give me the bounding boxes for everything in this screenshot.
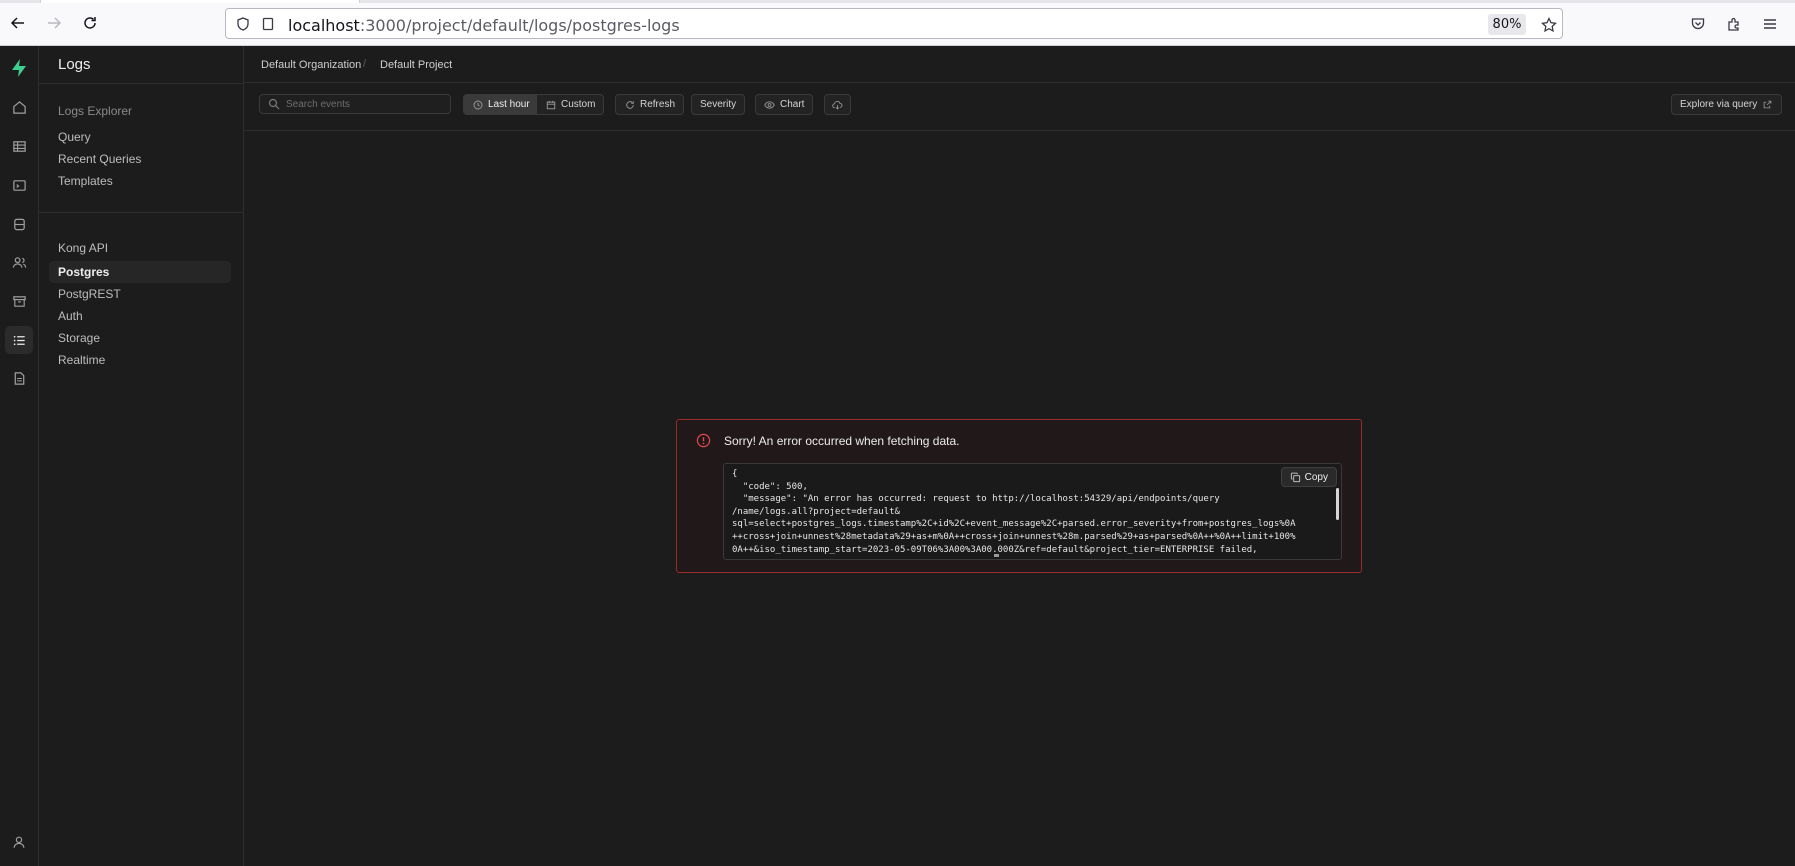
severity-label: Severity bbox=[700, 99, 737, 110]
api-docs-icon[interactable] bbox=[5, 364, 33, 392]
error-details-text: { "code": 500, "message": "An error has … bbox=[732, 469, 1296, 555]
icon-rail bbox=[0, 46, 39, 866]
bookmark-star-icon[interactable] bbox=[1538, 14, 1560, 36]
sql-editor-icon[interactable] bbox=[5, 171, 33, 199]
extensions-icon[interactable] bbox=[1722, 12, 1746, 36]
sidebar-item-storage[interactable]: Storage bbox=[49, 327, 231, 349]
address-bar[interactable]: localhost:3000/project/default/logs/post… bbox=[225, 8, 1563, 39]
calendar-icon bbox=[545, 99, 556, 110]
download-button[interactable] bbox=[824, 94, 851, 115]
users-icon[interactable] bbox=[5, 248, 33, 276]
error-alert: Sorry! An error occurred when fetching d… bbox=[676, 419, 1362, 573]
supabase-logo-icon[interactable] bbox=[5, 54, 33, 82]
sidebar-header-divider bbox=[39, 83, 244, 84]
sidebar-item-kong-api[interactable]: Kong API bbox=[49, 237, 231, 259]
external-link-icon bbox=[1762, 99, 1773, 110]
last-hour-button[interactable]: Last hour bbox=[463, 94, 539, 115]
copy-icon bbox=[1290, 472, 1301, 483]
browser-tab[interactable] bbox=[40, 0, 360, 3]
storage-icon[interactable] bbox=[5, 287, 33, 315]
sidebar-item-postgres[interactable]: Postgres bbox=[49, 261, 231, 283]
clock-icon bbox=[472, 99, 483, 110]
search-events-input[interactable] bbox=[286, 96, 446, 112]
logs-sidebar: Logs Logs Explorer Query Recent Queries … bbox=[39, 46, 244, 866]
refresh-icon bbox=[624, 99, 635, 110]
sidebar-title: Logs bbox=[58, 56, 91, 73]
user-account-icon[interactable] bbox=[5, 828, 33, 856]
search-box[interactable] bbox=[259, 94, 451, 114]
logs-content-area: Sorry! An error occurred when fetching d… bbox=[244, 131, 1795, 866]
browser-toolbar: localhost:3000/project/default/logs/post… bbox=[0, 0, 1795, 46]
last-hour-label: Last hour bbox=[488, 99, 530, 110]
reload-button[interactable] bbox=[77, 10, 103, 36]
url-host: localhost bbox=[288, 16, 360, 35]
sidebar-item-recent-queries[interactable]: Recent Queries bbox=[49, 148, 231, 170]
forward-button[interactable] bbox=[41, 10, 67, 36]
reload-icon bbox=[84, 17, 96, 29]
breadcrumb-separator: / bbox=[363, 58, 367, 70]
sidebar-item-auth[interactable]: Auth bbox=[49, 305, 231, 327]
error-resize-handle bbox=[994, 554, 999, 557]
url-text[interactable]: localhost:3000/project/default/logs/post… bbox=[288, 16, 680, 35]
pocket-icon[interactable] bbox=[1686, 12, 1710, 36]
logs-toolbar: Last hour Custom Refresh Severity Chart bbox=[244, 83, 1795, 131]
alert-circle-icon bbox=[696, 433, 711, 448]
explore-via-query-button[interactable]: Explore via query bbox=[1671, 94, 1783, 115]
custom-label: Custom bbox=[561, 99, 596, 110]
url-path: :3000/project/default/logs/postgres-logs bbox=[359, 16, 680, 35]
table-editor-icon[interactable] bbox=[5, 132, 33, 160]
back-button[interactable] bbox=[5, 10, 31, 36]
main-panel: Default Organization / Default Project L… bbox=[244, 46, 1795, 866]
sidebar-item-realtime[interactable]: Realtime bbox=[49, 349, 231, 371]
logs-icon[interactable] bbox=[5, 326, 33, 354]
app-shell: Logs Logs Explorer Query Recent Queries … bbox=[0, 46, 1795, 866]
database-icon[interactable] bbox=[5, 210, 33, 238]
refresh-button[interactable]: Refresh bbox=[615, 94, 685, 115]
error-scrollbar[interactable] bbox=[1336, 488, 1339, 520]
sidebar-divider bbox=[39, 212, 244, 213]
eye-icon bbox=[764, 99, 775, 110]
copy-label: Copy bbox=[1304, 471, 1328, 483]
home-icon[interactable] bbox=[5, 93, 33, 121]
chart-label: Chart bbox=[780, 99, 805, 110]
search-icon bbox=[268, 98, 280, 110]
sidebar-item-query[interactable]: Query bbox=[49, 126, 231, 148]
severity-button[interactable]: Severity bbox=[691, 94, 746, 115]
zoom-level-badge[interactable]: 80% bbox=[1488, 14, 1526, 35]
sidebar-item-templates[interactable]: Templates bbox=[49, 170, 231, 192]
page-info-icon[interactable] bbox=[259, 15, 277, 33]
chart-toggle-button[interactable]: Chart bbox=[755, 94, 814, 115]
error-title: Sorry! An error occurred when fetching d… bbox=[724, 434, 960, 448]
hamburger-menu-icon[interactable] bbox=[1758, 12, 1782, 36]
arrow-right-icon bbox=[48, 17, 62, 29]
custom-range-button[interactable]: Custom bbox=[536, 94, 605, 115]
shield-icon[interactable] bbox=[234, 15, 252, 33]
explore-label: Explore via query bbox=[1680, 99, 1758, 110]
refresh-label: Refresh bbox=[640, 99, 676, 110]
cloud-download-icon bbox=[832, 99, 843, 110]
breadcrumb-project[interactable]: Default Project bbox=[380, 59, 452, 71]
copy-button[interactable]: Copy bbox=[1280, 467, 1337, 487]
sidebar-item-postgrest[interactable]: PostgREST bbox=[49, 283, 231, 305]
breadcrumb: Default Organization / Default Project bbox=[244, 46, 1795, 83]
section-label-logs-explorer: Logs Explorer bbox=[58, 104, 133, 118]
breadcrumb-organization[interactable]: Default Organization bbox=[261, 59, 361, 71]
arrow-left-icon bbox=[10, 17, 24, 29]
error-details-box[interactable]: { "code": 500, "message": "An error has … bbox=[723, 463, 1342, 560]
